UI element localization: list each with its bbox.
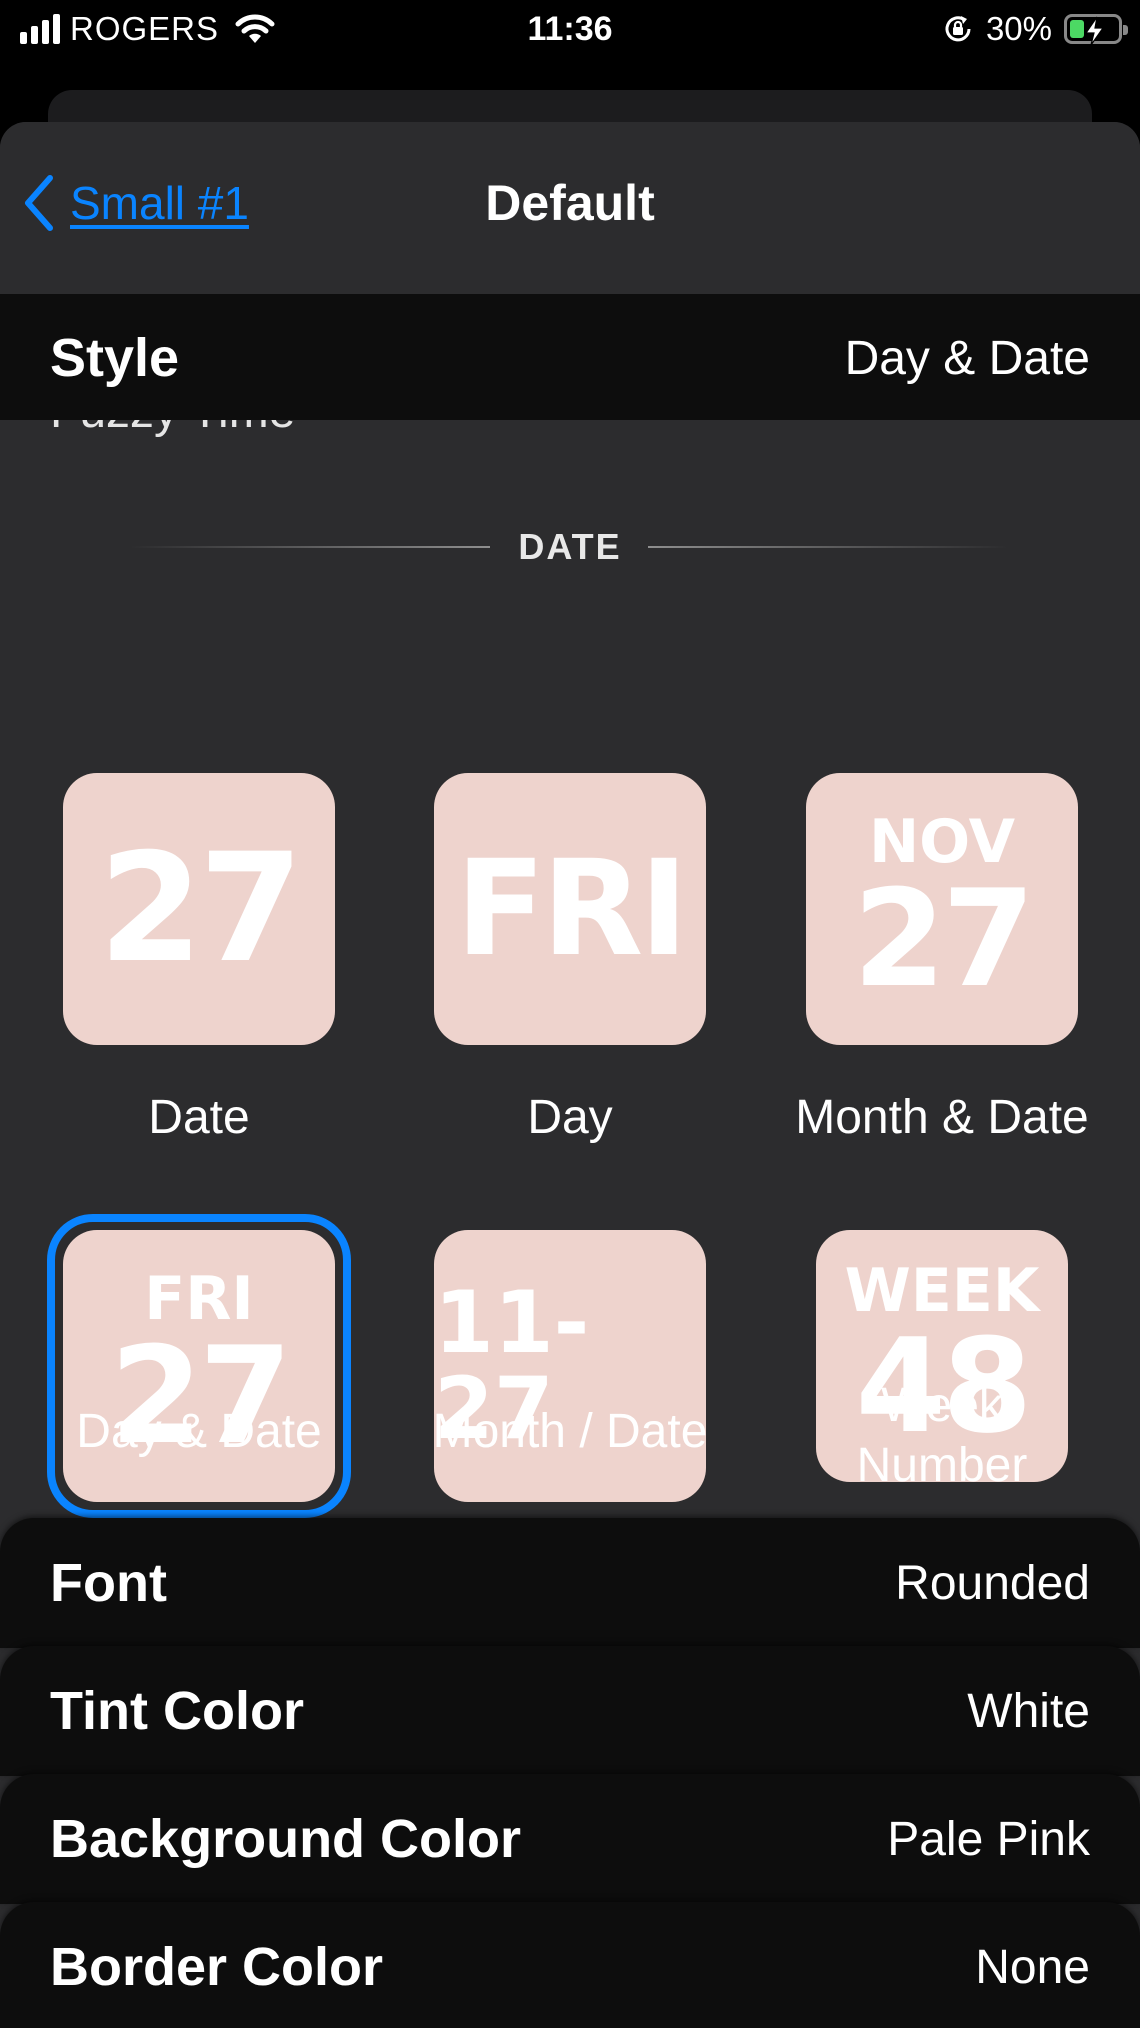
caption-date: Date — [148, 1091, 250, 1144]
background-color-value: Pale Pink — [887, 1812, 1090, 1866]
section-divider: DATE — [0, 526, 1140, 567]
page-title: Default — [485, 175, 655, 231]
style-option-month-date[interactable]: NOV 27 — [806, 773, 1078, 1045]
caption-day-date: Day & Date — [76, 1405, 322, 1458]
border-color-value: None — [975, 1940, 1090, 1994]
font-label: Font — [50, 1553, 167, 1613]
nav-bar: Small #1 Default — [0, 122, 1140, 292]
tint-color-row[interactable]: Tint Color White — [0, 1646, 1140, 1776]
fuzzy-time-option-label[interactable]: Fuzzy Time — [50, 420, 295, 439]
font-value: Rounded — [895, 1556, 1090, 1610]
tint-color-value: White — [967, 1684, 1090, 1738]
border-color-label: Border Color — [50, 1937, 384, 1997]
battery-charging-icon — [1064, 14, 1128, 46]
caption-month-slash-date: Month / Date — [432, 1405, 708, 1458]
style-row[interactable]: Style Day & Date — [0, 294, 1140, 422]
battery-percent: 30% — [985, 10, 1052, 47]
background-color-label: Background Color — [50, 1809, 522, 1869]
status-right: 30% — [942, 10, 1128, 48]
border-color-row[interactable]: Border Color None — [0, 1902, 1140, 2028]
caption-month-date: Month & Date — [795, 1091, 1089, 1144]
settings-sheet: Small #1 Default Style Day & Date Fuzzy … — [0, 122, 1140, 2028]
orientation-lock-icon — [945, 16, 971, 42]
caption-day: Day — [527, 1091, 613, 1144]
caption-week-number: Week Number — [856, 1379, 1028, 1492]
background-color-row[interactable]: Background Color Pale Pink — [0, 1774, 1140, 1904]
style-value: Day & Date — [844, 331, 1090, 385]
status-bar: ROGERS 11:36 30% — [0, 0, 1140, 64]
style-option-day[interactable]: FRI — [434, 773, 706, 1045]
style-option-date[interactable]: 27 — [63, 773, 335, 1045]
tint-color-label: Tint Color — [50, 1681, 304, 1741]
section-header-date: DATE — [518, 526, 622, 567]
font-row[interactable]: Font Rounded — [0, 1518, 1140, 1648]
style-label: Style — [50, 328, 180, 388]
style-picker: Fuzzy Time DATE 27 Date FRI Day NOV 27 M… — [0, 420, 1140, 1520]
